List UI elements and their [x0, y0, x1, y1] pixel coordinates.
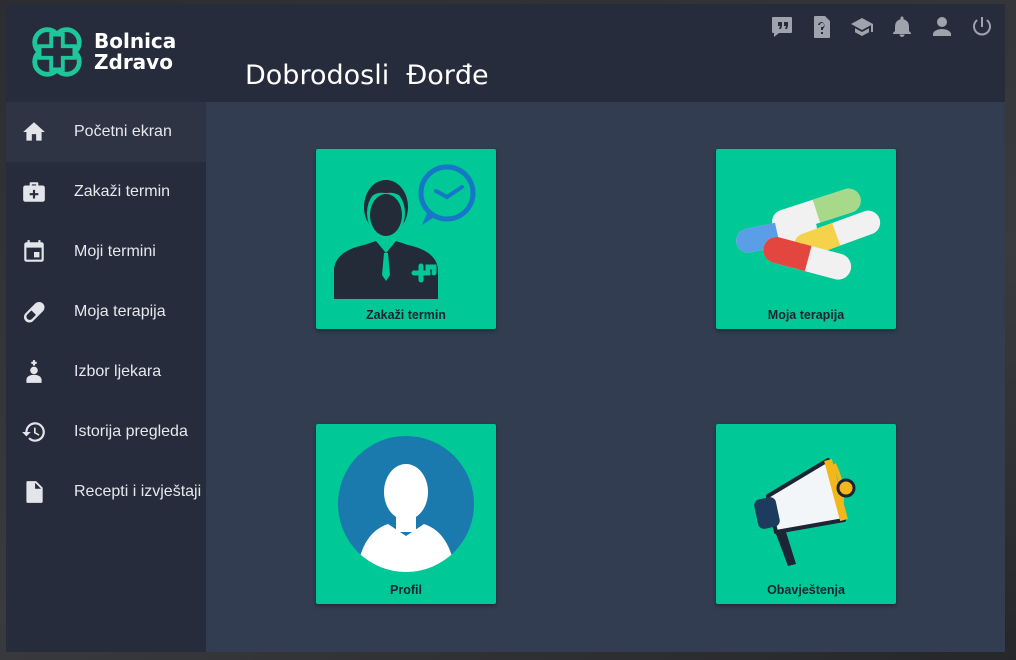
sidebar-item-label: Recepti i izvještaji: [74, 483, 202, 500]
page-title: Dobrodosli Đorđe: [245, 60, 489, 91]
pill-icon: [6, 299, 74, 325]
brand-name: Bolnica Zdravo: [94, 31, 176, 73]
sidebar-item-home[interactable]: Početni ekran: [6, 102, 206, 162]
tutorial-icon[interactable]: [849, 14, 875, 40]
sidebar-item-label: Moja terapija: [74, 303, 166, 320]
megaphone-icon: [754, 458, 856, 566]
capsules-icon: [736, 188, 881, 280]
app-window: Bolnica Zdravo Dobrodosli Đorđe Početni …: [6, 4, 1005, 652]
sidebar-item-schedule[interactable]: Zakaži termin: [6, 162, 206, 222]
doctor-appointment-icon: [334, 164, 476, 299]
power-icon[interactable]: [969, 14, 995, 40]
sidebar-item-label: Izbor ljekara: [74, 363, 162, 380]
document-icon: [6, 479, 74, 505]
sidebar-item-doctors[interactable]: Izbor ljekara: [6, 342, 206, 402]
sidebar: Početni ekran Zakaži termin Moji termini…: [6, 102, 206, 652]
brand-line-1: Bolnica: [94, 29, 177, 53]
home-icon: [6, 119, 74, 145]
tile-label: Obavještenja: [767, 583, 845, 597]
tile-notifications[interactable]: Obavještenja: [716, 424, 896, 604]
feedback-icon[interactable]: [769, 14, 795, 40]
sidebar-item-label: Istorija pregleda: [74, 423, 188, 440]
tile-label: Moja terapija: [767, 308, 845, 322]
help-icon[interactable]: [809, 14, 835, 40]
header: Bolnica Zdravo Dobrodosli Đorđe: [6, 4, 1005, 102]
tile-my-therapy[interactable]: Moja terapija: [716, 149, 896, 329]
history-icon: [6, 419, 74, 445]
user-avatar-icon: [338, 436, 474, 572]
medical-bag-icon: [6, 179, 74, 205]
doctor-icon: [6, 359, 74, 385]
tile-label: Zakaži termin: [366, 308, 446, 322]
sidebar-item-label: Moji termini: [74, 243, 156, 260]
logo[interactable]: Bolnica Zdravo: [26, 20, 196, 84]
brand-line-2: Zdravo: [94, 50, 173, 74]
sidebar-item-history[interactable]: Istorija pregleda: [6, 402, 206, 462]
sidebar-item-label: Početni ekran: [74, 123, 172, 140]
top-toolbar: [769, 14, 995, 40]
profile-icon[interactable]: [929, 14, 955, 40]
hospital-logo-icon: [32, 27, 82, 77]
tile-profile[interactable]: Profil: [316, 424, 496, 604]
notifications-icon[interactable]: [889, 14, 915, 40]
sidebar-item-therapy[interactable]: Moja terapija: [6, 282, 206, 342]
sidebar-item-appointments[interactable]: Moji termini: [6, 222, 206, 282]
tile-schedule-appointment[interactable]: Zakaži termin: [316, 149, 496, 329]
sidebar-item-label: Zakaži termin: [74, 183, 171, 200]
sidebar-item-prescriptions[interactable]: Recepti i izvještaji: [6, 462, 206, 522]
calendar-icon: [6, 239, 74, 265]
tile-label: Profil: [390, 583, 422, 597]
